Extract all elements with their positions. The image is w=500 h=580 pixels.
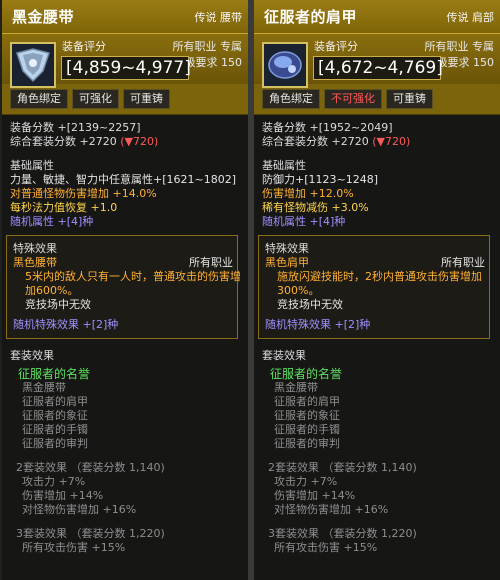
set-effects-title: 套装效果 <box>262 349 306 362</box>
special-desc: 5米内的敌人只有一人时，普通攻击的伤害增 <box>25 270 241 283</box>
stat-line: 力量、敏捷、智力中任意属性+[1621~1802] <box>10 173 237 186</box>
stat-line: 对普通怪物伤害增加 +14.0% <box>10 187 157 200</box>
item-header: 装备评分 所有职业 专属 等级要求 150 [4,859~4,977] <box>2 34 248 88</box>
stat-line: 伤害增加 +12.0% <box>262 187 354 200</box>
set-name: 征服者的名誉 <box>18 367 91 381</box>
item-name: 征服者的肩甲 <box>264 8 358 26</box>
set2-title: 2套装效果 （套装分数 1,140) <box>16 461 165 474</box>
set-item: 征服者的象征 <box>274 409 340 422</box>
special-desc: 加600%。 <box>25 284 79 297</box>
set2-line: 伤害增加 +14% <box>22 489 104 502</box>
set-score-delta: (▼720) <box>120 135 159 148</box>
bind-button[interactable]: 角色绑定 <box>262 89 320 109</box>
item-tooltip-shoulder: 征服者的肩甲 传说 肩部 装备评分 所有职业 专属 等级要求 150 [4,67… <box>254 0 500 580</box>
set-score-value: 综合套装分数 +2720 <box>262 135 369 148</box>
set2-line: 对怪物伤害增加 +16% <box>22 503 137 516</box>
set2-line: 对怪物伤害增加 +16% <box>274 503 389 516</box>
special-header: 黑色腰带 所有职业 <box>13 256 233 270</box>
set-score: 综合套装分数 +2720 (▼720) <box>262 135 492 149</box>
stat-line: 随机属性 +[4]种 <box>262 215 346 228</box>
action-buttons: 角色绑定 可强化 可重铸 <box>2 84 248 115</box>
set-item: 征服者的审判 <box>274 437 340 450</box>
shoulder-armor-icon <box>262 42 308 88</box>
set-item: 征服者的审判 <box>22 437 88 450</box>
special-title: 特殊效果 <box>13 242 57 255</box>
stat-line: 稀有怪物减伤 +3.0% <box>262 201 369 214</box>
special-random: 随机特殊效果 +[2]种 <box>265 318 371 331</box>
action-buttons: 角色绑定 不可强化 可重铸 <box>254 84 500 115</box>
rating-value: [4,672~4,769] <box>313 56 443 80</box>
title-bar: 征服者的肩甲 传说 肩部 <box>254 0 500 34</box>
set3-title: 3套装效果 （套装分数 1,220) <box>268 527 417 540</box>
set-item: 征服者的肩甲 <box>274 395 340 408</box>
set2-title: 2套装效果 （套装分数 1,140) <box>268 461 417 474</box>
special-random: 随机特殊效果 +[2]种 <box>13 318 119 331</box>
item-header: 装备评分 所有职业 专属 等级要求 150 [4,672~4,769] <box>254 34 500 88</box>
rating-value: [4,859~4,977] <box>61 56 191 80</box>
base-stats-title: 基础属性 <box>262 159 306 172</box>
belt-icon <box>10 42 56 88</box>
special-note: 竞技场中无效 <box>277 298 343 311</box>
set-effects-title: 套装效果 <box>10 349 54 362</box>
gear-score: 装备分数 +[1952~2049] <box>262 121 393 134</box>
set-item: 黑金腰带 <box>274 381 318 394</box>
set3-line: 所有攻击伤害 +15% <box>22 541 126 554</box>
set-score-value: 综合套装分数 +2720 <box>10 135 117 148</box>
item-name: 黑金腰带 <box>12 8 75 26</box>
reforge-button[interactable]: 可重铸 <box>123 89 170 109</box>
base-stats-title: 基础属性 <box>10 159 54 172</box>
set2-line: 攻击力 +7% <box>274 475 338 488</box>
special-title: 特殊效果 <box>265 242 309 255</box>
special-effect-box: 特殊效果 黑色肩甲 所有职业 施放闪避技能时，2秒内普通攻击伤害增加 300%。… <box>258 235 490 339</box>
item-details: 装备分数 +[2139~2257] 综合套装分数 +2720 (▼720) 基础… <box>2 115 248 561</box>
set2-line: 伤害增加 +14% <box>274 489 356 502</box>
special-desc: 300%。 <box>277 284 320 297</box>
item-rarity-slot: 传说 肩部 <box>446 10 495 24</box>
reforge-button[interactable]: 可重铸 <box>386 89 433 109</box>
special-job: 所有职业 <box>189 256 233 269</box>
item-rarity-slot: 传说 腰带 <box>194 10 243 24</box>
special-job: 所有职业 <box>441 256 485 269</box>
item-details: 装备分数 +[1952~2049] 综合套装分数 +2720 (▼720) 基础… <box>254 115 500 561</box>
special-header: 黑色肩甲 所有职业 <box>265 256 485 270</box>
job-requirement: 所有职业 专属 <box>424 40 495 53</box>
set3-line: 所有攻击伤害 +15% <box>274 541 378 554</box>
job-requirement: 所有职业 专属 <box>172 40 243 53</box>
bind-button[interactable]: 角色绑定 <box>10 89 68 109</box>
set-item: 征服者的手镯 <box>22 423 88 436</box>
enhance-button-disabled[interactable]: 不可强化 <box>324 89 382 109</box>
set2-line: 攻击力 +7% <box>22 475 86 488</box>
set3-title: 3套装效果 （套装分数 1,220) <box>16 527 165 540</box>
stat-line: 随机属性 +[4]种 <box>10 215 94 228</box>
set-name: 征服者的名誉 <box>270 367 343 381</box>
set-item: 征服者的手镯 <box>274 423 340 436</box>
special-note: 竞技场中无效 <box>25 298 91 311</box>
special-effect-box: 特殊效果 黑色腰带 所有职业 5米内的敌人只有一人时，普通攻击的伤害增 加600… <box>6 235 241 339</box>
set-item: 黑金腰带 <box>22 381 66 394</box>
gear-score: 装备分数 +[2139~2257] <box>10 121 141 134</box>
set-item: 征服者的肩甲 <box>22 395 88 408</box>
stat-line: 每秒法力值恢复 +1.0 <box>10 201 118 214</box>
set-score: 综合套装分数 +2720 (▼720) <box>10 135 240 149</box>
special-name: 黑色腰带 <box>13 256 57 269</box>
enhance-button[interactable]: 可强化 <box>72 89 119 109</box>
set-item: 征服者的象征 <box>22 409 88 422</box>
set-score-delta: (▼720) <box>372 135 411 148</box>
rating-label: 装备评分 <box>314 40 358 53</box>
rating-label: 装备评分 <box>62 40 106 53</box>
item-tooltip-belt: 黑金腰带 传说 腰带 装备评分 所有职业 专属 等级要求 150 [4,859~… <box>2 0 248 580</box>
title-bar: 黑金腰带 传说 腰带 <box>2 0 248 34</box>
special-name: 黑色肩甲 <box>265 256 309 269</box>
stat-line: 防御力+[1123~1248] <box>262 173 379 186</box>
special-desc: 施放闪避技能时，2秒内普通攻击伤害增加 <box>277 270 482 283</box>
